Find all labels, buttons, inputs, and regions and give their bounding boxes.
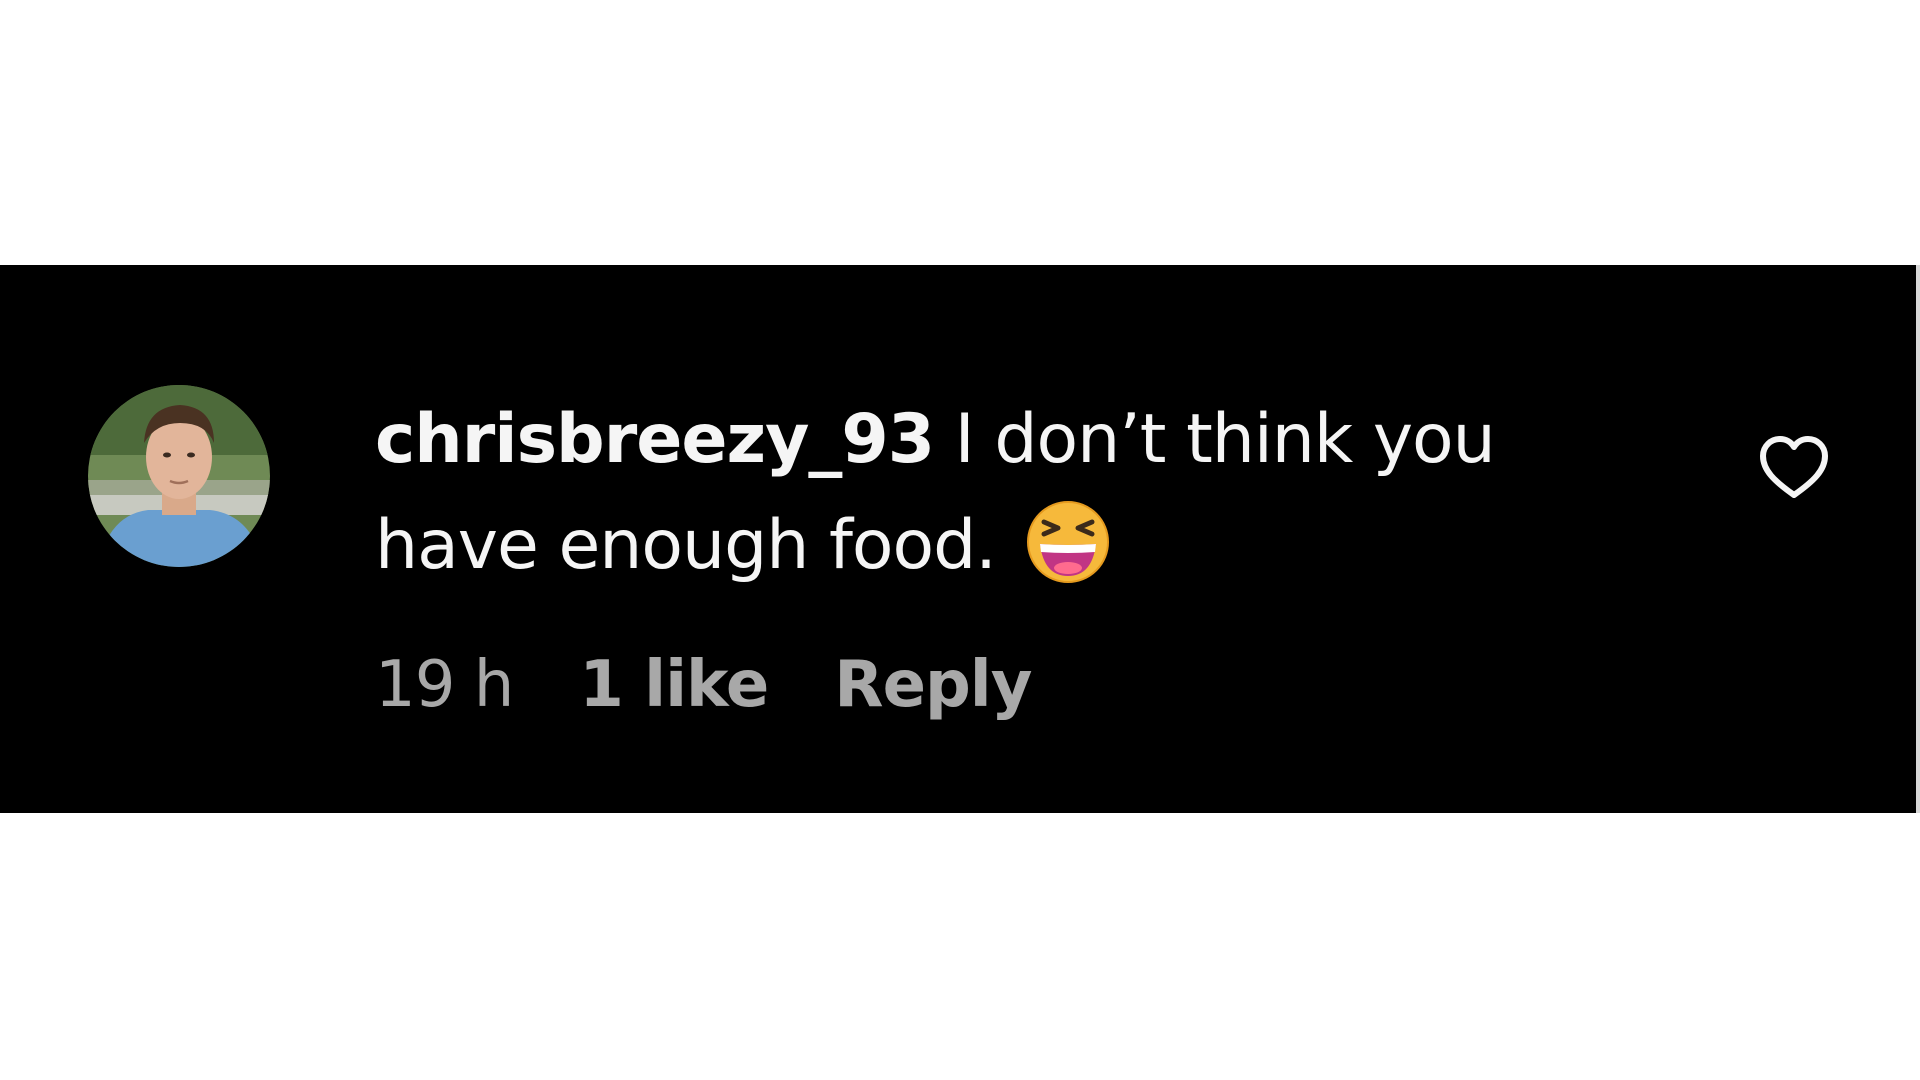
comment-timestamp: 19 h xyxy=(375,648,514,722)
comment-card: chrisbreezy_93 I don’t think you have en… xyxy=(0,265,1920,813)
comment-text-line2: have enough food. xyxy=(375,506,997,585)
reply-button[interactable]: Reply xyxy=(834,648,1032,722)
heart-outline-icon[interactable] xyxy=(1758,435,1830,501)
comment-meta-row: 19 h 1 like Reply xyxy=(375,645,1097,725)
comment-body: chrisbreezy_93 I don’t think you have en… xyxy=(375,387,1555,599)
comment-text-line1: I don’t think you xyxy=(934,400,1496,479)
comment-username[interactable]: chrisbreezy_93 xyxy=(375,400,935,479)
comment-like-count[interactable]: 1 like xyxy=(579,648,769,722)
laughing-emoji-icon xyxy=(1026,500,1110,584)
avatar-image xyxy=(88,385,270,567)
avatar[interactable] xyxy=(88,385,270,567)
